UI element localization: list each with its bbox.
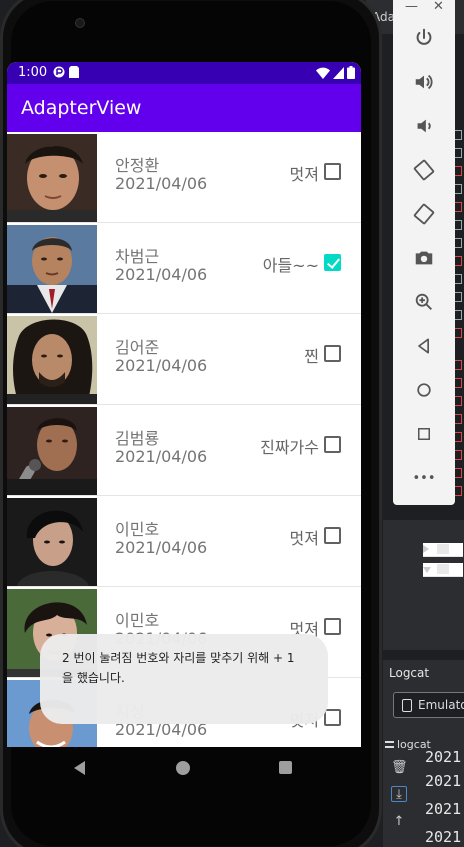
log-line: 2021: [425, 828, 462, 846]
camera-icon[interactable]: [412, 246, 436, 270]
item-checkbox[interactable]: [324, 163, 341, 180]
profile-photo: [7, 407, 97, 495]
rotate-left-icon[interactable]: [412, 158, 436, 182]
scroll-to-end-icon[interactable]: ⤓: [391, 786, 407, 802]
expand-arrow-icon[interactable]: [423, 545, 429, 553]
device-selector-label: Emulator: [418, 698, 464, 712]
desktop-screen: Ada Logcat Emulator logcat 2021 2021 202…: [0, 0, 464, 847]
close-button[interactable]: ✕: [433, 0, 444, 14]
item-name: 이민호: [115, 611, 160, 630]
tree-row[interactable]: [423, 563, 463, 577]
item-comment: 멋져: [289, 529, 319, 548]
toast-line-1: 2 번이 눌려짐 번호와 자리를 맞추기 위해 + 1: [62, 651, 295, 665]
app-title: AdapterView: [21, 97, 142, 119]
toast-line-2: 을 했습니다.: [62, 671, 125, 685]
rotate-right-icon[interactable]: [412, 202, 436, 226]
collapse-arrow-icon[interactable]: [423, 567, 431, 573]
item-comment: 찐: [304, 347, 319, 366]
list-item[interactable]: 이민호 2021/04/06 멋져: [7, 496, 361, 587]
item-comment: 멋져: [289, 165, 319, 184]
battery-icon: [347, 66, 355, 79]
item-name: 안정환: [115, 156, 160, 175]
profile-photo: [7, 225, 97, 313]
home-icon[interactable]: [412, 378, 436, 402]
item-checkbox[interactable]: [324, 618, 341, 635]
logcat-tab-icon: [385, 741, 394, 748]
volume-down-icon[interactable]: [412, 114, 436, 138]
folder-icon: [437, 544, 449, 554]
navigation-bar: [7, 747, 361, 792]
item-name: 김어준: [115, 338, 160, 357]
item-checkbox[interactable]: [324, 436, 341, 453]
list-item[interactable]: 김범룡 2021/04/06 진짜가수: [7, 405, 361, 496]
item-comment: 아들~~: [262, 256, 319, 275]
arrow-up-icon[interactable]: ↑: [391, 814, 407, 830]
tree-row[interactable]: [423, 543, 463, 557]
app-bar: AdapterView: [7, 84, 361, 132]
item-comment: 진짜가수: [260, 438, 319, 457]
profile-photo: [7, 498, 97, 586]
status-bar: 1:00: [7, 62, 361, 84]
device-icon: [402, 699, 412, 712]
item-checkbox[interactable]: [324, 345, 341, 362]
list-item[interactable]: 김어준 2021/04/06 찐: [7, 314, 361, 405]
device-selector[interactable]: Emulator: [393, 692, 464, 718]
item-name: 김범룡: [115, 429, 160, 448]
item-checkbox[interactable]: [324, 254, 341, 271]
logcat-title: Logcat: [389, 666, 430, 680]
emulator-toolbar: — ✕ •••: [393, 0, 455, 505]
profile-photo: [7, 316, 97, 404]
profile-photo: [7, 134, 97, 222]
nav-recents-icon[interactable]: [279, 761, 292, 774]
item-checkbox[interactable]: [324, 527, 341, 544]
folder-icon: [437, 564, 449, 574]
wifi-icon: [316, 67, 330, 79]
power-icon[interactable]: [412, 26, 436, 50]
minimize-button[interactable]: —: [405, 0, 418, 14]
front-camera-icon: [75, 18, 85, 28]
log-line: 2021: [425, 800, 462, 818]
back-icon[interactable]: [412, 334, 436, 358]
project-tree: [383, 520, 464, 650]
volume-up-icon[interactable]: [412, 70, 436, 94]
sd-card-icon: [69, 66, 79, 78]
item-date: 2021/04/06: [115, 265, 208, 284]
overview-icon[interactable]: [412, 422, 436, 446]
item-date: 2021/04/06: [115, 447, 208, 466]
item-name: 이민호: [115, 520, 160, 539]
toast-message: 2 번이 눌려짐 번호와 자리를 맞추기 위해 + 1 을 했습니다.: [40, 634, 328, 724]
list-item[interactable]: 차범근 2021/04/06 아들~~: [7, 223, 361, 314]
item-date: 2021/04/06: [115, 174, 208, 193]
nav-home-icon[interactable]: [176, 761, 190, 775]
log-line: 2021: [425, 772, 462, 790]
item-checkbox[interactable]: [324, 709, 341, 726]
item-date: 2021/04/06: [115, 538, 208, 557]
log-line: 2021: [425, 748, 462, 766]
trash-icon[interactable]: 🗑: [391, 760, 408, 776]
zoom-icon[interactable]: [412, 290, 436, 314]
signal-icon: [333, 66, 344, 79]
item-date: 2021/04/06: [115, 356, 208, 375]
item-name: 차범근: [115, 247, 160, 266]
notification-app-icon: [53, 66, 65, 78]
status-time: 1:00: [18, 65, 48, 80]
more-icon[interactable]: •••: [412, 466, 436, 490]
nav-back-icon[interactable]: [74, 761, 85, 775]
list-item[interactable]: 안정환 2021/04/06 멋져: [7, 132, 361, 223]
logcat-panel: Logcat Emulator logcat 2021 2021 2021 20…: [383, 660, 464, 847]
